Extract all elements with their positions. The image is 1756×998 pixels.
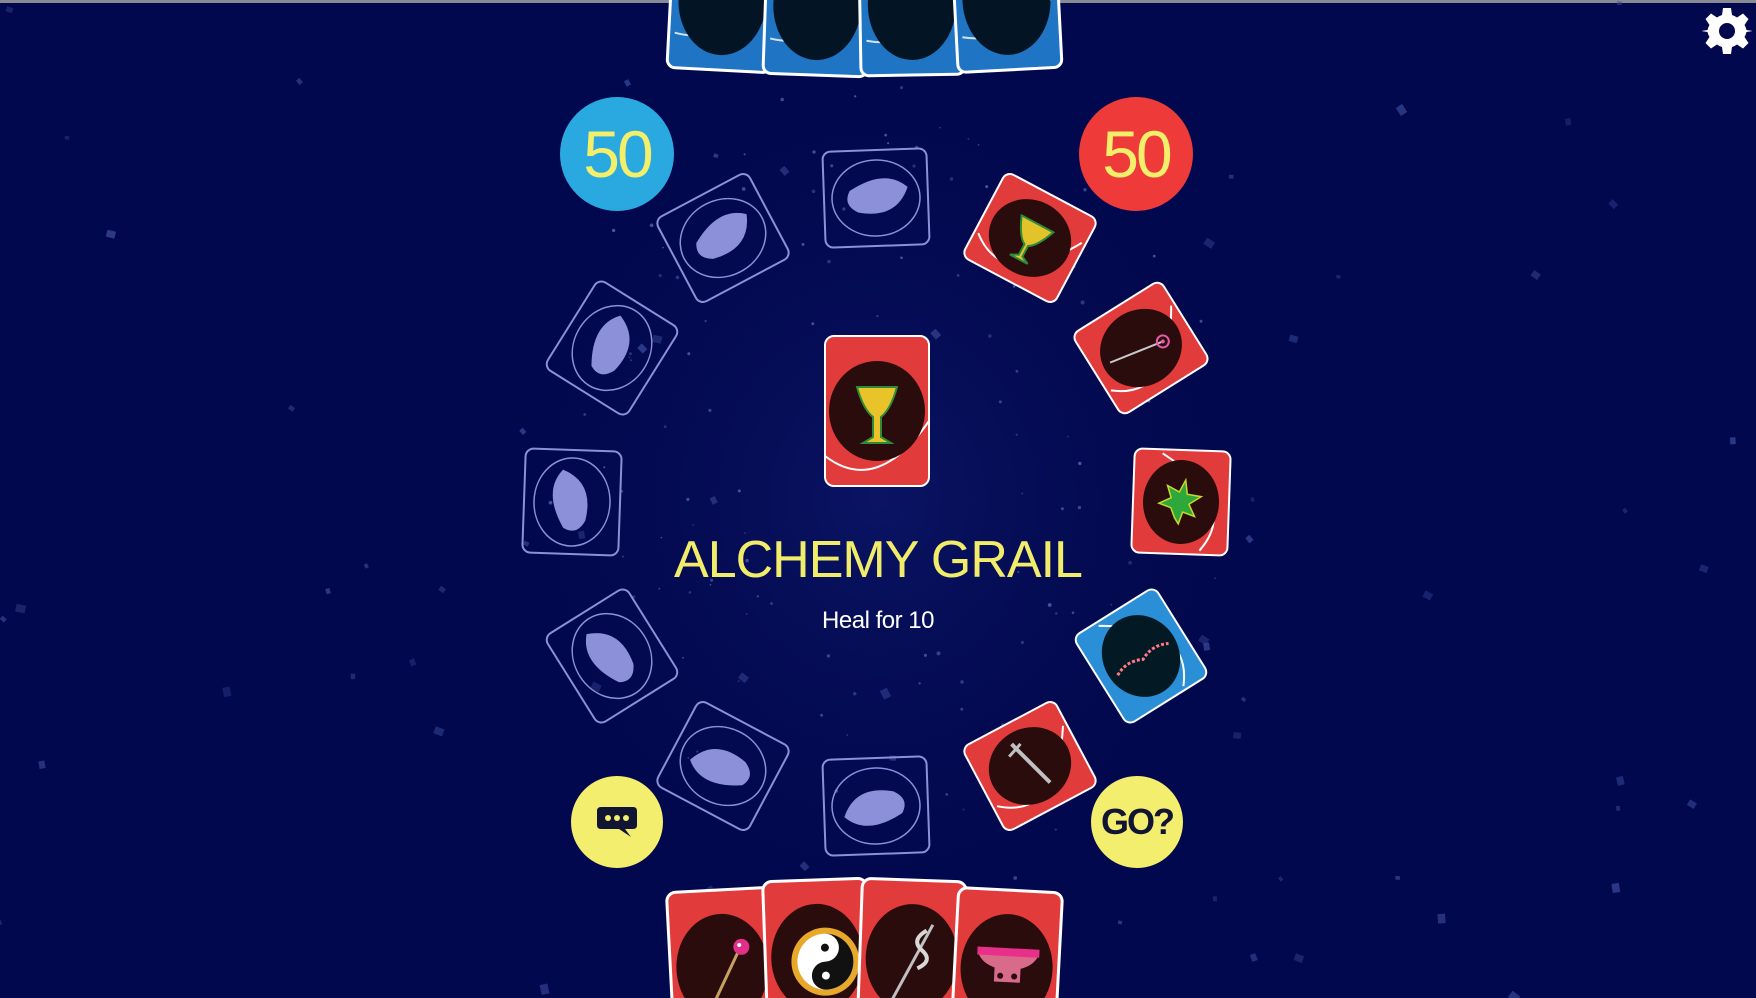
selected-card-name: ALCHEMY GRAIL bbox=[674, 531, 1083, 589]
eye-icon bbox=[552, 469, 588, 531]
eye-icon bbox=[844, 790, 905, 826]
eye-icon bbox=[690, 749, 750, 786]
played-card-grail[interactable] bbox=[962, 171, 1099, 305]
eye-icon bbox=[696, 213, 748, 259]
hand-card-mushroom-staff[interactable] bbox=[665, 886, 780, 998]
played-card-staff[interactable] bbox=[1071, 280, 1210, 417]
card-ring bbox=[521, 147, 1232, 857]
go-button-label: GO? bbox=[1101, 801, 1175, 842]
center-card[interactable] bbox=[824, 335, 930, 487]
hand-card-skull-anvil[interactable] bbox=[949, 886, 1064, 998]
hand-card-yin-yang[interactable] bbox=[761, 876, 873, 998]
empty-slot[interactable] bbox=[821, 147, 931, 249]
eye-icon bbox=[847, 178, 908, 214]
game-board: 50 50 ALCHEMY GRAIL Heal for 10 GO? bbox=[0, 0, 1756, 998]
eye-icon bbox=[591, 315, 630, 375]
selected-card-description: Heal for 10 bbox=[822, 607, 934, 634]
chat-bubble-icon bbox=[597, 807, 637, 837]
empty-slot[interactable] bbox=[821, 755, 931, 857]
empty-slot[interactable] bbox=[655, 171, 792, 305]
hand-card-serpent-staff[interactable] bbox=[856, 877, 968, 998]
empty-slot[interactable] bbox=[655, 699, 792, 833]
empty-slot[interactable] bbox=[544, 278, 681, 417]
go-button[interactable]: GO? bbox=[1091, 776, 1183, 868]
gear-icon[interactable] bbox=[1702, 6, 1752, 56]
chat-button[interactable] bbox=[571, 776, 663, 868]
player-hand bbox=[665, 876, 1064, 998]
played-card-sword[interactable] bbox=[962, 699, 1099, 833]
